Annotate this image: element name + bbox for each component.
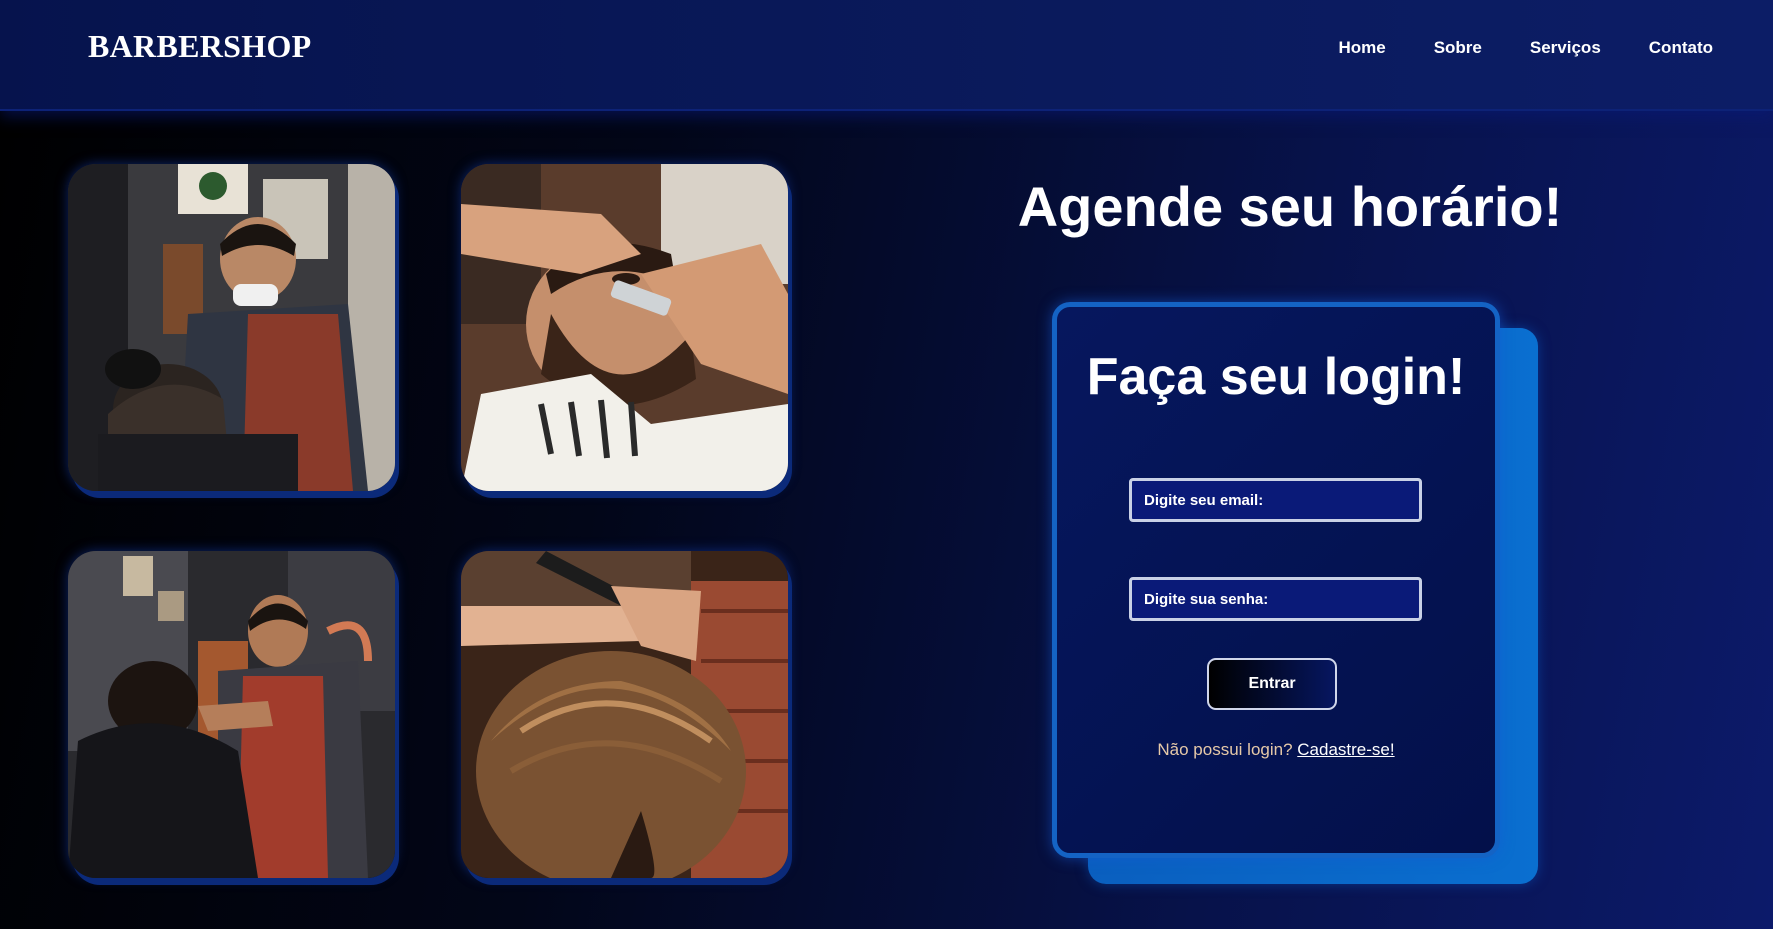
login-card: Faça seu login! Entrar Não possui login?…: [1052, 302, 1500, 858]
signup-prompt: Não possui login? Cadastre-se!: [1057, 740, 1495, 760]
barber-cutting-hair-photo: [68, 164, 395, 491]
login-title: Faça seu login!: [1086, 348, 1466, 406]
signup-link[interactable]: Cadastre-se!: [1297, 740, 1394, 759]
nav-link-sobre[interactable]: Sobre: [1434, 38, 1482, 58]
nav-link-contato[interactable]: Contato: [1649, 38, 1713, 58]
password-field[interactable]: [1129, 577, 1422, 621]
signup-prompt-text: Não possui login?: [1157, 740, 1293, 759]
hair-comb-cut-photo: [461, 551, 788, 878]
barber-trimming-client-photo: [68, 551, 395, 878]
logo[interactable]: BARBERSHOP: [88, 28, 311, 65]
email-field[interactable]: [1129, 478, 1422, 522]
nav-menu: Home Sobre Serviços Contato: [1338, 38, 1713, 58]
nav-link-servicos[interactable]: Serviços: [1530, 38, 1601, 58]
hero-title: Agende seu horário!: [1017, 175, 1563, 238]
nav-link-home[interactable]: Home: [1338, 38, 1385, 58]
navbar: BARBERSHOP Home Sobre Serviços Contato: [0, 0, 1773, 111]
beard-shaving-photo: [461, 164, 788, 491]
enter-button[interactable]: Entrar: [1207, 658, 1337, 710]
